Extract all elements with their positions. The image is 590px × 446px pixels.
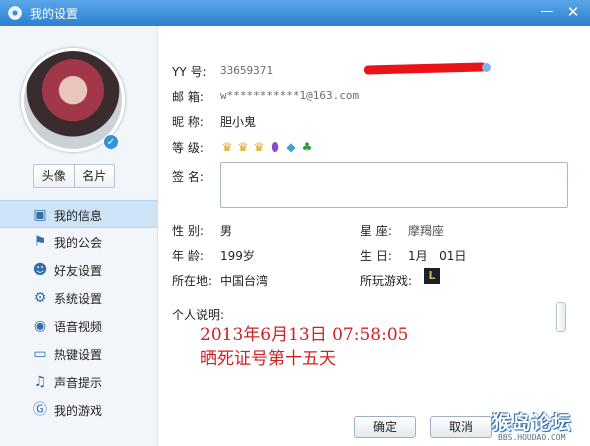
nav-item-label: 好友设置 <box>54 264 103 278</box>
age-label: 年 龄: <box>172 249 204 263</box>
card-tab-button[interactable]: 名片 <box>73 165 115 187</box>
crown-icon: ♛ <box>221 140 233 154</box>
zodiac-label: 星 座: <box>360 224 392 238</box>
league-game-icon[interactable]: L <box>424 268 440 284</box>
gender-label: 性 别: <box>172 224 204 238</box>
nav-item-label: 我的信息 <box>54 209 103 223</box>
nickname-label: 昵 称: <box>172 115 204 129</box>
flag-icon: ⚑ <box>33 234 47 250</box>
purple-gem-icon: ⬮ <box>271 140 279 154</box>
gear-icon <box>8 6 22 20</box>
nav-item-label: 我的游戏 <box>54 404 103 418</box>
birthday-value: 1月 01日 <box>408 249 467 263</box>
description-line: 晒死证号第十五天 <box>200 349 336 369</box>
location-label: 所在地: <box>172 274 213 288</box>
nav-item-sound-prompt[interactable]: ♫ 声音提示 <box>0 368 158 396</box>
close-button[interactable]: ✕ <box>562 2 584 22</box>
gear-icon: ⚙ <box>33 290 47 306</box>
crown-icon: ♛ <box>237 140 249 154</box>
nav-item-my-guild[interactable]: ⚑ 我的公会 <box>0 228 158 256</box>
settings-nav: ▣ 我的信息 ⚑ 我的公会 ☻ 好友设置 ⚙ 系统设置 ◉ 语音视频 ▭ 热键设… <box>0 200 158 424</box>
left-panel: ✓ 头像 名片 ▣ 我的信息 ⚑ 我的公会 ☻ 好友设置 ⚙ 系统设置 ◉ 语音… <box>0 26 158 446</box>
cancel-button[interactable]: 取消 <box>430 416 492 438</box>
birthday-label: 生 日: <box>360 249 392 263</box>
location-value: 中国台湾 <box>220 274 269 288</box>
diamond-icon: ◆ <box>286 140 296 154</box>
level-badges: ♛ ♛ ♛ ⬮ ◆ ♣ <box>220 140 314 154</box>
camera-icon: ◉ <box>33 318 47 334</box>
gender-value: 男 <box>220 224 233 238</box>
signature-label: 签 名: <box>172 170 204 184</box>
yy-number-label: YY 号: <box>172 65 207 79</box>
forum-watermark: 猴岛论坛 BBS.HOUDAO.COM <box>492 408 590 446</box>
minimize-button[interactable]: — <box>536 2 558 22</box>
nav-item-hotkey-settings[interactable]: ▭ 热键设置 <box>0 340 158 368</box>
nav-item-label: 语音视频 <box>54 320 103 334</box>
crown-icon: ♛ <box>253 140 265 154</box>
description-text[interactable]: 2013年6月13日 07:58:05 晒死证号第十五天 <box>196 320 554 410</box>
leaf-icon: ♣ <box>301 140 313 154</box>
ok-button[interactable]: 确定 <box>354 416 416 438</box>
email-label: 邮 箱: <box>172 90 204 104</box>
signature-input[interactable] <box>220 162 568 208</box>
zodiac-value: 摩羯座 <box>408 224 445 238</box>
nav-item-voice-video[interactable]: ◉ 语音视频 <box>0 312 158 340</box>
nav-item-my-info[interactable]: ▣ 我的信息 <box>0 200 158 228</box>
description-line: 2013年6月13日 07:58:05 <box>200 325 409 345</box>
description-scrollbar[interactable] <box>554 300 568 408</box>
yy-number-value: 33659371 <box>220 64 273 77</box>
games-label: 所玩游戏: <box>360 274 413 288</box>
watermark-title: 猴岛论坛 <box>492 412 573 434</box>
nav-item-label: 系统设置 <box>54 292 103 306</box>
keyboard-icon: ▭ <box>33 346 47 362</box>
age-value: 199岁 <box>220 249 255 263</box>
friends-icon: ☻ <box>32 262 48 278</box>
email-value: w***********1@163.com <box>220 89 360 102</box>
nav-item-friend-settings[interactable]: ☻ 好友设置 <box>0 256 158 284</box>
music-note-icon: ♫ <box>33 374 47 390</box>
game-g-icon: Ⓖ <box>33 402 47 418</box>
level-label: 等 级: <box>172 141 204 155</box>
link-icon <box>482 63 491 72</box>
watermark-url: BBS.HOUDAO.COM <box>498 433 566 442</box>
window-title: 我的设置 <box>30 7 79 21</box>
avatar-tab-group: 头像 名片 <box>33 164 115 188</box>
redaction-mark <box>363 62 487 75</box>
nav-item-label: 热键设置 <box>54 348 103 362</box>
bird-badge-icon: ✓ <box>103 134 119 150</box>
profile-card-icon: ▣ <box>33 207 47 223</box>
nickname-value: 胆小鬼 <box>220 115 257 129</box>
nav-item-system-settings[interactable]: ⚙ 系统设置 <box>0 284 158 312</box>
nav-item-label: 声音提示 <box>54 376 103 390</box>
avatar-tab-button[interactable]: 头像 <box>34 165 74 187</box>
nav-item-my-games[interactable]: Ⓖ 我的游戏 <box>0 396 158 424</box>
title-bar: 我的设置 — ✕ <box>0 0 590 26</box>
scroll-thumb[interactable] <box>556 302 566 332</box>
nav-item-label: 我的公会 <box>54 236 103 250</box>
